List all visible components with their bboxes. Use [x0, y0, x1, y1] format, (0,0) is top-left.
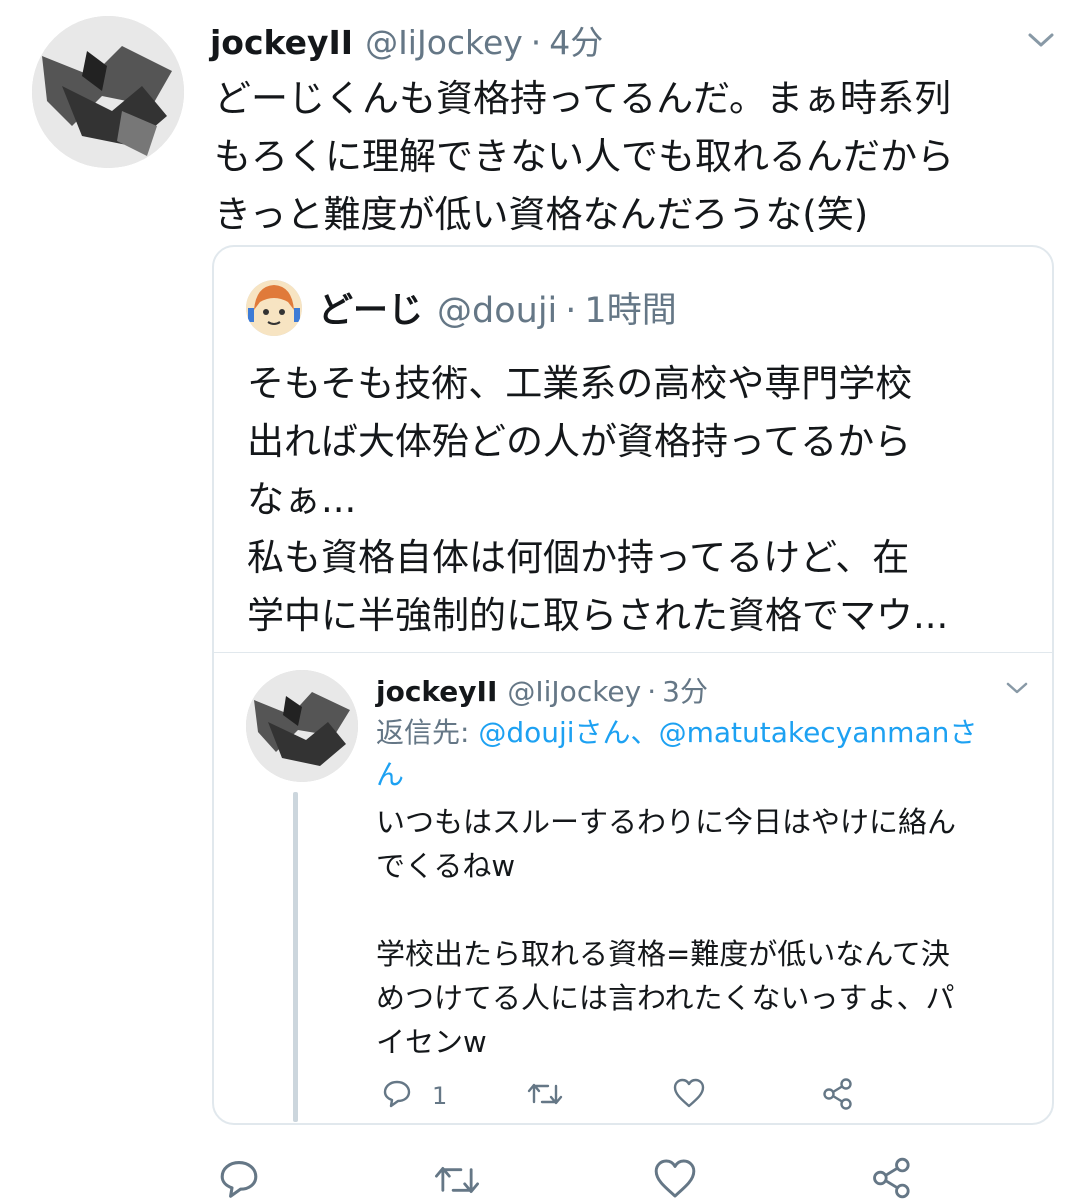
- reply-to-mention-douji[interactable]: @doujiさん、: [478, 716, 658, 749]
- reply-icon[interactable]: [382, 1078, 412, 1108]
- retweet-icon[interactable]: [526, 1080, 564, 1108]
- quote-avatar: [246, 280, 302, 336]
- reply-icon[interactable]: [218, 1157, 260, 1199]
- main-handle[interactable]: @IiJockey: [365, 23, 523, 62]
- reply-separator: ·: [647, 675, 657, 708]
- main-avatar[interactable]: [32, 16, 184, 168]
- main-display-name[interactable]: jockeyII: [210, 23, 353, 62]
- avatar-image: [32, 16, 184, 168]
- share-icon[interactable]: [820, 1077, 856, 1111]
- avatar-image: [246, 670, 358, 782]
- thread-line: [293, 792, 298, 1122]
- quote-tweet-text: そもそも技術、工業系の高校や専門学校 出れば大体殆どの人が資格持ってるから なぁ…: [247, 362, 949, 637]
- quote-handle[interactable]: @douji: [437, 291, 557, 331]
- quote-divider: [214, 652, 1052, 653]
- chevron-down-icon[interactable]: [1005, 680, 1029, 696]
- main-tweet-text: どーじくんも資格持ってるんだ。まぁ時系列 もろくに理解できない人でも取れるんだか…: [214, 77, 954, 236]
- reply-avatar[interactable]: [246, 670, 358, 782]
- reply-to-mention-matutakecyanman[interactable]: @matutakecyanmanさ: [659, 716, 978, 749]
- reply-to-mention-suffix[interactable]: ん: [376, 758, 404, 791]
- quote-separator: ·: [565, 291, 577, 331]
- main-time[interactable]: 4分: [549, 16, 603, 64]
- main-separator: ·: [530, 23, 542, 62]
- like-icon[interactable]: [672, 1077, 706, 1109]
- reply-handle[interactable]: @IiJockey: [507, 675, 641, 708]
- retweet-icon[interactable]: [432, 1162, 482, 1198]
- quote-time[interactable]: 1時間: [584, 282, 676, 333]
- reply-display-name[interactable]: jockeyII: [376, 675, 497, 708]
- reply-to-prefix: 返信先:: [376, 716, 479, 749]
- reply-to-line: 返信先: @doujiさん、@matutakecyanmanさん: [376, 712, 1016, 796]
- reply-count: 1: [432, 1082, 448, 1110]
- reply-time[interactable]: 3分: [662, 670, 708, 710]
- share-icon[interactable]: [868, 1156, 916, 1200]
- chevron-down-icon[interactable]: [1026, 30, 1056, 50]
- like-icon[interactable]: [652, 1157, 698, 1200]
- quote-display-name[interactable]: どーじ: [318, 282, 423, 333]
- reply-tweet-text: いつもはスルーするわりに今日はやけに絡ん でくるねw 学校出たら取れる資格=難度…: [376, 805, 957, 1059]
